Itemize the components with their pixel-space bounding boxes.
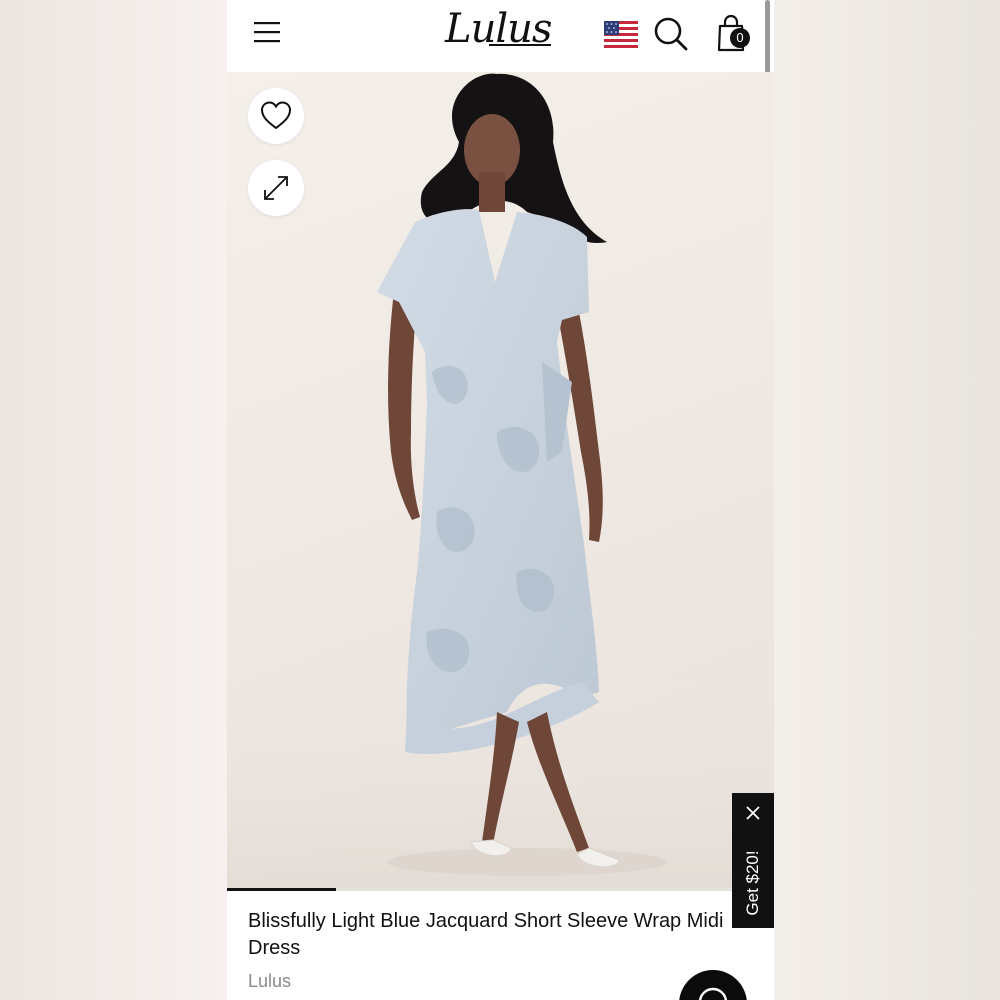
mobile-screen: Lulus 0 Get $20! Blissfully Light Blue J… [227, 0, 774, 1000]
expand-icon [264, 176, 288, 200]
heart-icon [260, 101, 292, 130]
close-icon[interactable] [745, 805, 761, 821]
chat-button[interactable] [679, 970, 747, 1000]
background-left [0, 0, 227, 1000]
model-photo-illustration [227, 73, 774, 888]
expand-image-button[interactable] [248, 160, 304, 216]
cart-count-badge[interactable]: 0 [730, 28, 750, 48]
search-icon[interactable] [653, 16, 689, 52]
product-title: Blissfully Light Blue Jacquard Short Sle… [248, 910, 724, 959]
chat-icon [698, 987, 728, 1000]
us-flag-icon[interactable] [604, 21, 638, 48]
product-brand[interactable]: Lulus [248, 971, 291, 992]
promo-label[interactable]: Get $20! [743, 850, 763, 915]
site-header: Lulus 0 [227, 0, 774, 140]
hamburger-menu-icon[interactable] [253, 18, 283, 46]
product-image[interactable] [227, 72, 774, 888]
wishlist-button[interactable] [248, 88, 304, 144]
logo-underline [489, 44, 551, 46]
background-right [774, 0, 1000, 1000]
image-carousel-progress [227, 888, 774, 891]
image-carousel-progress-fill [227, 888, 337, 891]
